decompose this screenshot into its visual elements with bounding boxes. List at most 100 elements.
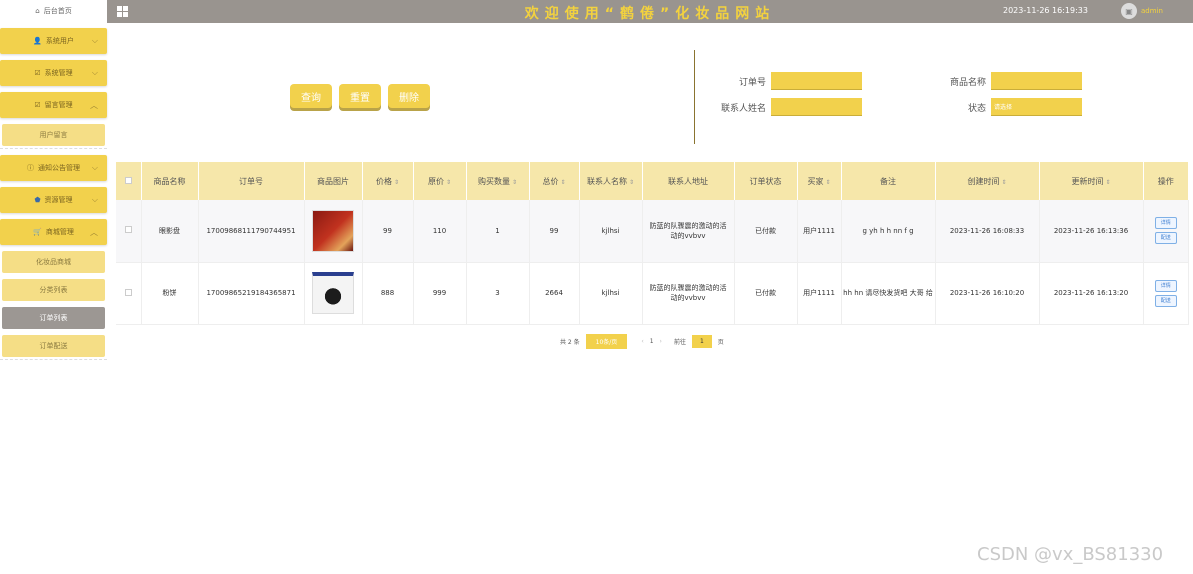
info-icon: ⓘ [27, 164, 34, 172]
product-name: 粉饼 [141, 262, 199, 325]
sort-icon: ⇕ [445, 178, 452, 186]
pagination: 共 2 条 10条/页 ‹ 1 › 前往 1 页 [560, 334, 724, 349]
deliver-button[interactable]: 配送 [1154, 232, 1177, 245]
col-header: 联系人地址 [642, 162, 735, 200]
col-header[interactable]: 价格 ⇕ [362, 162, 414, 200]
next-page-icon[interactable]: › [660, 338, 662, 345]
cart-icon: 🛒 [33, 228, 42, 236]
sort-icon: ⇕ [825, 178, 831, 186]
sidebar-sub-category-list[interactable]: 分类列表 [2, 279, 105, 301]
detail-button[interactable]: 详情 [1154, 217, 1177, 230]
avatar[interactable]: ▣ [1121, 3, 1137, 19]
sort-icon: ⇕ [628, 178, 635, 186]
user-icon: 👤 [33, 37, 42, 45]
created-time: 2023-11-26 16:10:20 [935, 262, 1040, 325]
updated-time: 2023-11-26 16:13:20 [1039, 262, 1144, 325]
contact-name: kjlhsi [579, 200, 643, 263]
row-checkbox[interactable] [124, 226, 132, 234]
col-header[interactable]: 购买数量 ⇕ [466, 162, 530, 200]
sort-icon: ⇕ [560, 178, 566, 186]
order-no: 17009865219184365871 [198, 262, 305, 325]
original-price: 110 [413, 200, 467, 263]
query-button[interactable]: 查询 [290, 84, 332, 108]
product-image[interactable] [312, 272, 354, 314]
contact-name-input[interactable] [771, 98, 862, 116]
delete-button[interactable]: 删除 [388, 84, 430, 108]
detail-button[interactable]: 详情 [1154, 279, 1177, 292]
col-header[interactable]: 原价 ⇕ [413, 162, 467, 200]
sidebar-item-message[interactable]: ☑ 留言管理 ︿ [0, 92, 107, 118]
buyer: 用户1111 [797, 200, 842, 263]
sidebar-item-notice[interactable]: ⓘ 通知公告管理 ⌵ [0, 155, 107, 181]
sidebar-sub-user-message[interactable]: 用户留言 [2, 124, 105, 146]
price: 888 [362, 262, 414, 325]
edit-icon: ☑ [34, 69, 41, 77]
order-no: 1700986811179074495​1 [198, 200, 305, 263]
select-all-cell [116, 162, 142, 200]
contact-name-label: 联系人姓名 [720, 104, 766, 114]
col-header: 备注 [841, 162, 936, 200]
sidebar-home[interactable]: ⌂ 后台首页 [0, 0, 107, 22]
chevron-up-icon: ︿ [90, 101, 98, 110]
select-all-checkbox[interactable] [124, 176, 132, 184]
sidebar-sub-cosmetics-mall[interactable]: 化妆品商城 [2, 251, 105, 273]
order-no-input[interactable] [771, 72, 862, 90]
goto-input[interactable]: 1 [691, 335, 712, 348]
sidebar-item-mall[interactable]: 🛒 商城管理 ︿ [0, 219, 107, 245]
top-bar: 欢迎使用“鹤倦”化妆品网站 2023-11-26 16:19:33 ▣ admi… [107, 0, 1193, 23]
col-header[interactable]: 买家 ⇕ [797, 162, 842, 200]
prev-page-icon[interactable]: ‹ [641, 338, 643, 345]
chevron-down-icon: ⌵ [91, 68, 98, 77]
row-checkbox[interactable] [124, 288, 132, 296]
note: hh hn 请尽快发货吧 大哥 给 [841, 262, 936, 325]
chevron-up-icon: ︿ [90, 228, 98, 237]
table-row: 粉饼 17009865219184365871 888 999 3 2664 k… [116, 262, 1189, 325]
sidebar-sub-order-delivery[interactable]: 订单配送 [2, 335, 105, 357]
sort-icon: ⇕ [1001, 178, 1007, 186]
sidebar: ⌂ 后台首页 👤 系统用户 ⌵ ☑ 系统管理 ⌵ ☑ 留言管理 ︿ 用户留言 ⓘ 通知公告管理 ⌵… [0, 0, 107, 574]
col-header: 订单号 [198, 162, 305, 200]
chevron-down-icon: ⌵ [91, 36, 98, 45]
quantity: 3 [466, 262, 530, 325]
col-header: 操作 [1143, 162, 1189, 200]
chevron-down-icon: ⌵ [91, 195, 98, 204]
page-size-select[interactable]: 10条/页 [585, 334, 628, 349]
col-header[interactable]: 总价 ⇕ [529, 162, 580, 200]
sidebar-item-resource[interactable]: ⬟ 资源管理 ⌵ [0, 187, 107, 213]
divider [0, 148, 107, 149]
sort-icon: ⇕ [511, 178, 518, 186]
buyer: 用户1111 [797, 262, 842, 325]
updated-time: 2023-11-26 16:13:36 [1039, 200, 1144, 263]
sort-icon: ⇕ [393, 178, 400, 186]
product-image[interactable] [312, 209, 354, 252]
sort-icon: ⇕ [1105, 178, 1111, 186]
total-price: 99 [529, 200, 580, 263]
home-icon: ⌂ [35, 7, 40, 15]
status-select[interactable]: 请选择 [991, 98, 1082, 116]
col-header[interactable]: 更新时间 ⇕ [1039, 162, 1144, 200]
sidebar-sub-order-list[interactable]: 订单列表 [2, 307, 105, 329]
deliver-button[interactable]: 配送 [1154, 294, 1177, 307]
user-name[interactable]: admin [1141, 7, 1163, 15]
product-name-label: 商品名称 [949, 78, 986, 88]
product-name-input[interactable] [991, 72, 1082, 90]
page-number[interactable]: 1 [650, 338, 654, 345]
shield-icon: ⬟ [34, 196, 41, 204]
reset-button[interactable]: 重置 [339, 84, 381, 108]
order-status: 已付款 [734, 262, 798, 325]
goto-label: 前往 [673, 339, 686, 346]
original-price: 999 [413, 262, 467, 325]
contact-name: kjlhsi [579, 262, 643, 325]
col-header: 商品图片 [304, 162, 363, 200]
price: 99 [362, 200, 414, 263]
col-header[interactable]: 创建时间 ⇕ [935, 162, 1040, 200]
col-header[interactable]: 联系人名称 ⇕ [579, 162, 643, 200]
sidebar-item-system-manage[interactable]: ☑ 系统管理 ⌵ [0, 60, 107, 86]
total-price: 2664 [529, 262, 580, 325]
sidebar-item-system-users[interactable]: 👤 系统用户 ⌵ [0, 28, 107, 54]
divider [0, 359, 107, 360]
actions-cell: 详情 配送 [1143, 200, 1189, 263]
status-label: 状态 [967, 104, 986, 114]
actions-cell: 详情 配送 [1143, 262, 1189, 325]
order-no-label: 订单号 [738, 78, 766, 88]
